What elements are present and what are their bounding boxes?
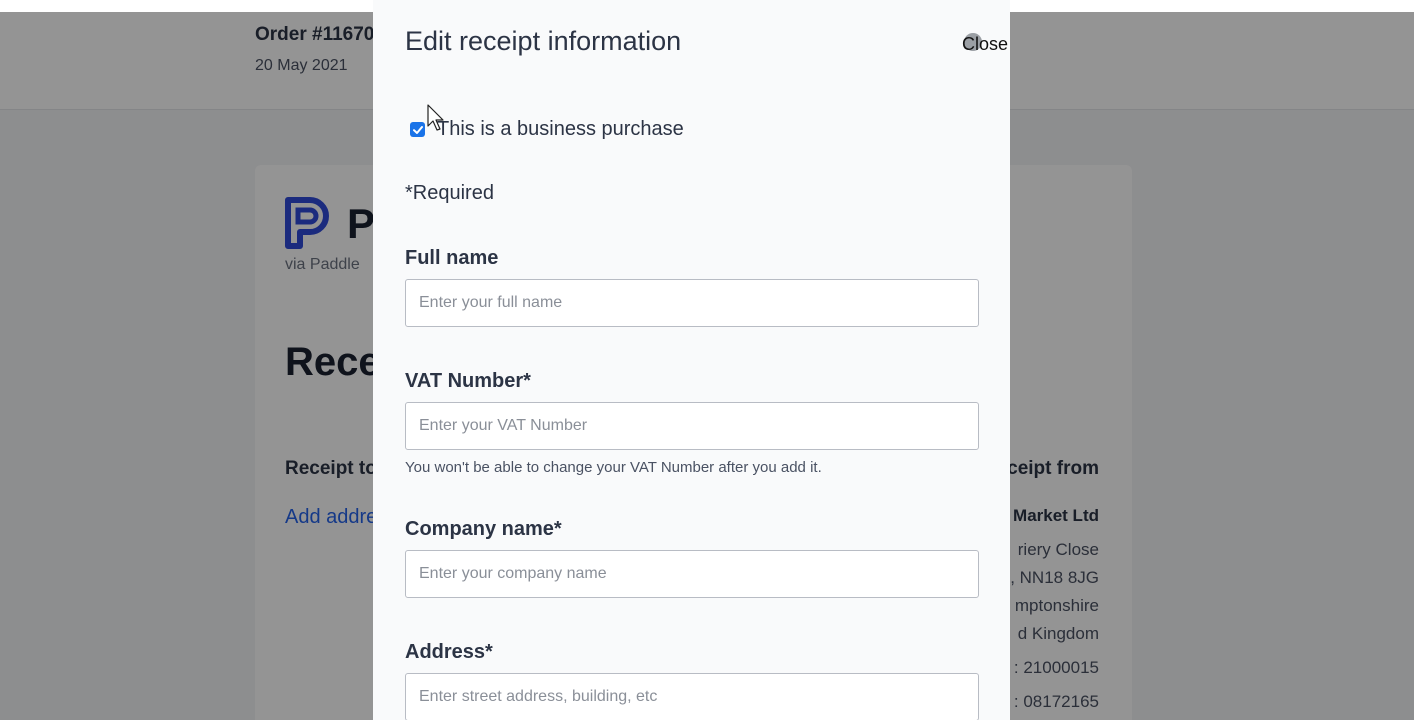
- business-purchase-row[interactable]: This is a business purchase: [410, 118, 684, 141]
- business-purchase-label[interactable]: This is a business purchase: [437, 118, 684, 141]
- vat-number-input[interactable]: [405, 402, 979, 450]
- edit-receipt-modal: Edit receipt information Close This is a…: [373, 0, 1010, 720]
- checkmark-icon: [412, 125, 423, 134]
- company-name-label: Company name*: [405, 518, 562, 540]
- mouse-cursor-icon: [427, 104, 444, 131]
- vat-number-label: VAT Number*: [405, 370, 531, 392]
- company-name-input[interactable]: [405, 550, 979, 598]
- full-name-input[interactable]: [405, 279, 979, 327]
- close-button[interactable]: Close: [962, 34, 1008, 55]
- address-input[interactable]: [405, 673, 979, 720]
- required-note: *Required: [405, 182, 494, 204]
- address-label: Address*: [405, 641, 493, 663]
- vat-number-helper: You won't be able to change your VAT Num…: [405, 459, 822, 476]
- business-purchase-checkbox[interactable]: [410, 122, 425, 137]
- full-name-label: Full name: [405, 247, 499, 269]
- close-button-label: Close: [962, 34, 1009, 54]
- modal-title: Edit receipt information: [405, 26, 682, 56]
